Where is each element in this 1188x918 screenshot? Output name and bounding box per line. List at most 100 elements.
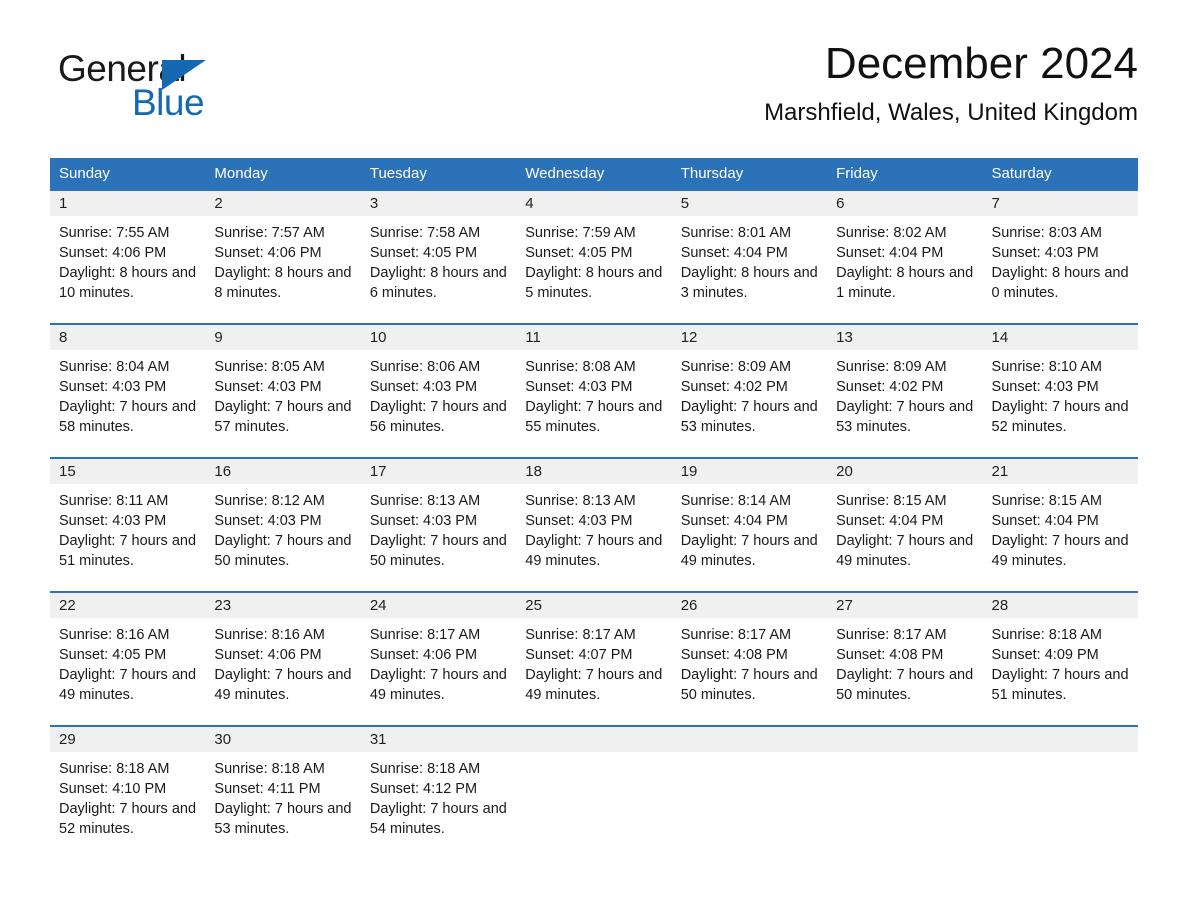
- sunset-text: Sunset: 4:04 PM: [680, 513, 788, 529]
- day-cell[interactable]: 8 Sunrise: 8:04 AM Sunset: 4:03 PM Daylight…: [50, 325, 206, 457]
- sunrise-text: Sunrise: 7:57 AM: [214, 225, 325, 241]
- day-details: Sunrise: 8:13 AM Sunset: 4:03 PM Daylight:…: [516, 484, 671, 571]
- sunrise-text: Sunrise: 7:55 AM: [59, 225, 170, 241]
- sunset-text: Sunset: 4:06 PM: [59, 245, 167, 261]
- day-cell[interactable]: 21 Sunrise: 8:15 AM Sunset: 4:04 PM Dayligh…: [982, 459, 1138, 591]
- day-cell[interactable]: 18 Sunrise: 8:13 AM Sunset: 4:03 PM Dayligh…: [516, 459, 672, 591]
- day-cell[interactable]: 7 Sunrise: 8:03 AM Sunset: 4:03 PM Daylight…: [982, 191, 1138, 323]
- daylight-text: Daylight: 7 hours and 51 minutes.: [991, 667, 1129, 703]
- sunset-text: Sunset: 4:02 PM: [836, 379, 944, 395]
- day-cell[interactable]: 9 Sunrise: 8:05 AM Sunset: 4:03 PM Daylight…: [205, 325, 361, 457]
- day-number: 1: [50, 191, 206, 216]
- day-cell[interactable]: 30 Sunrise: 8:18 AM Sunset: 4:11 PM Dayligh…: [205, 727, 361, 859]
- sunrise-text: Sunrise: 8:06 AM: [369, 359, 481, 375]
- day-details: Sunrise: 8:06 AM Sunset: 4:03 PM Daylight:…: [361, 350, 516, 437]
- day-cell[interactable]: 11 Sunrise: 8:08 AM Sunset: 4:03 PM Dayligh…: [516, 325, 672, 457]
- day-details: Sunrise: 7:55 AM Sunset: 4:06 PM Daylight:…: [50, 216, 205, 303]
- day-cell[interactable]: 12 Sunrise: 8:09 AM Sunset: 4:02 PM Dayligh…: [671, 325, 828, 457]
- sunrise-text: Sunrise: 8:13 AM: [369, 493, 481, 509]
- day-details: Sunrise: 8:11 AM Sunset: 4:03 PM Daylight:…: [50, 484, 205, 571]
- day-details: Sunrise: 8:17 AM Sunset: 4:08 PM Daylight:…: [827, 618, 982, 705]
- day-number: 19: [671, 459, 828, 484]
- day-details: Sunrise: 8:16 AM Sunset: 4:06 PM Daylight:…: [205, 618, 360, 705]
- sunrise-text: Sunrise: 8:18 AM: [59, 761, 170, 777]
- day-details: Sunrise: 8:18 AM Sunset: 4:12 PM Daylight:…: [361, 752, 516, 839]
- day-cell[interactable]: 17 Sunrise: 8:13 AM Sunset: 4:03 PM Dayligh…: [360, 459, 517, 591]
- day-cell[interactable]: 24 Sunrise: 8:17 AM Sunset: 4:06 PM Dayligh…: [360, 593, 517, 725]
- sunset-text: Sunset: 4:06 PM: [369, 647, 478, 663]
- day-cell-empty: [671, 727, 828, 859]
- day-number: 31: [360, 727, 517, 752]
- calendar-weeks: 1 Sunrise: 7:55 AM Sunset: 4:06 PM Daylight…: [50, 189, 1138, 859]
- day-cell[interactable]: 2 Sunrise: 7:57 AM Sunset: 4:06 PM Daylight…: [205, 191, 361, 323]
- day-cell[interactable]: 16 Sunrise: 8:12 AM Sunset: 4:03 PM Dayligh…: [205, 459, 361, 591]
- day-details: Sunrise: 8:14 AM Sunset: 4:04 PM Daylight:…: [672, 484, 827, 571]
- sunset-text: Sunset: 4:03 PM: [525, 379, 633, 395]
- day-cell[interactable]: 20 Sunrise: 8:15 AM Sunset: 4:04 PM Dayligh…: [827, 459, 983, 591]
- day-cell[interactable]: 1 Sunrise: 7:55 AM Sunset: 4:06 PM Daylight…: [50, 191, 206, 323]
- day-details: Sunrise: 8:01 AM Sunset: 4:04 PM Daylight:…: [672, 216, 827, 303]
- sunrise-text: Sunrise: 8:15 AM: [836, 493, 947, 509]
- day-details: Sunrise: 8:08 AM Sunset: 4:03 PM Daylight:…: [516, 350, 671, 437]
- day-details: Sunrise: 8:09 AM Sunset: 4:02 PM Daylight:…: [827, 350, 982, 437]
- week-row: 29 Sunrise: 8:18 AM Sunset: 4:10 PM Dayligh…: [50, 725, 1138, 859]
- sunrise-text: Sunrise: 8:17 AM: [525, 627, 636, 643]
- day-cell[interactable]: 14 Sunrise: 8:10 AM Sunset: 4:03 PM Dayligh…: [982, 325, 1138, 457]
- week-row: 15 Sunrise: 8:11 AM Sunset: 4:03 PM Dayligh…: [50, 457, 1138, 591]
- day-cell[interactable]: 10 Sunrise: 8:06 AM Sunset: 4:03 PM Dayligh…: [360, 325, 517, 457]
- day-details: Sunrise: 8:02 AM Sunset: 4:04 PM Daylight:…: [827, 216, 982, 303]
- day-cell[interactable]: 23 Sunrise: 8:16 AM Sunset: 4:06 PM Dayligh…: [205, 593, 361, 725]
- daylight-text: Daylight: 8 hours and 0 minutes.: [991, 265, 1129, 301]
- daylight-text: Daylight: 8 hours and 1 minute.: [836, 265, 974, 301]
- sunrise-text: Sunrise: 8:01 AM: [680, 225, 792, 241]
- day-number: 4: [516, 191, 672, 216]
- day-cell[interactable]: 31 Sunrise: 8:18 AM Sunset: 4:12 PM Dayligh…: [360, 727, 517, 859]
- sunset-text: Sunset: 4:12 PM: [369, 781, 478, 797]
- daylight-text: Daylight: 7 hours and 49 minutes.: [991, 533, 1129, 569]
- sunset-text: Sunset: 4:11 PM: [214, 781, 321, 797]
- day-cell[interactable]: 6 Sunrise: 8:02 AM Sunset: 4:04 PM Daylight…: [827, 191, 983, 323]
- sunrise-text: Sunrise: 8:14 AM: [680, 493, 792, 509]
- day-number: [516, 727, 672, 752]
- day-cell[interactable]: 22 Sunrise: 8:16 AM Sunset: 4:05 PM Dayligh…: [50, 593, 206, 725]
- day-number: 29: [50, 727, 206, 752]
- daylight-text: Daylight: 8 hours and 6 minutes.: [369, 265, 507, 301]
- sunset-text: Sunset: 4:05 PM: [59, 647, 167, 663]
- sunrise-text: Sunrise: 7:58 AM: [369, 225, 481, 241]
- day-cell[interactable]: 5 Sunrise: 8:01 AM Sunset: 4:04 PM Daylight…: [671, 191, 828, 323]
- day-cell[interactable]: 15 Sunrise: 8:11 AM Sunset: 4:03 PM Dayligh…: [50, 459, 206, 591]
- day-cell[interactable]: 27 Sunrise: 8:17 AM Sunset: 4:08 PM Dayligh…: [827, 593, 983, 725]
- sunrise-text: Sunrise: 8:09 AM: [680, 359, 792, 375]
- day-cell[interactable]: 29 Sunrise: 8:18 AM Sunset: 4:10 PM Dayligh…: [50, 727, 206, 859]
- day-details: Sunrise: 8:18 AM Sunset: 4:09 PM Daylight:…: [983, 618, 1138, 705]
- page-header: General Blue December 2024 Marshfield, W…: [50, 39, 1138, 150]
- day-number: 30: [205, 727, 361, 752]
- sunset-text: Sunset: 4:05 PM: [525, 245, 633, 261]
- generalblue-logo: General Blue: [58, 50, 318, 130]
- day-cell[interactable]: 26 Sunrise: 8:17 AM Sunset: 4:08 PM Dayligh…: [671, 593, 828, 725]
- day-cell[interactable]: 4 Sunrise: 7:59 AM Sunset: 4:05 PM Daylight…: [516, 191, 672, 323]
- daylight-text: Daylight: 7 hours and 49 minutes.: [214, 667, 352, 703]
- sunrise-text: Sunrise: 8:12 AM: [214, 493, 325, 509]
- sunset-text: Sunset: 4:03 PM: [59, 379, 167, 395]
- day-cell[interactable]: 3 Sunrise: 7:58 AM Sunset: 4:05 PM Daylight…: [360, 191, 517, 323]
- sunset-text: Sunset: 4:03 PM: [991, 245, 1099, 261]
- sunset-text: Sunset: 4:10 PM: [59, 781, 167, 797]
- day-details: Sunrise: 8:18 AM Sunset: 4:11 PM Daylight:…: [205, 752, 360, 839]
- sunrise-text: Sunrise: 8:18 AM: [369, 761, 481, 777]
- sunrise-text: Sunrise: 7:59 AM: [525, 225, 636, 241]
- sunset-text: Sunset: 4:02 PM: [680, 379, 788, 395]
- sunrise-text: Sunrise: 8:03 AM: [991, 225, 1102, 241]
- day-details: Sunrise: 8:17 AM Sunset: 4:08 PM Daylight:…: [672, 618, 827, 705]
- day-details: Sunrise: 8:18 AM Sunset: 4:10 PM Daylight:…: [50, 752, 205, 839]
- sunset-text: Sunset: 4:06 PM: [214, 245, 322, 261]
- daylight-text: Daylight: 7 hours and 52 minutes.: [991, 399, 1129, 435]
- day-number: 23: [205, 593, 361, 618]
- day-cell[interactable]: 19 Sunrise: 8:14 AM Sunset: 4:04 PM Dayligh…: [671, 459, 828, 591]
- daylight-text: Daylight: 8 hours and 5 minutes.: [525, 265, 663, 301]
- sunset-text: Sunset: 4:04 PM: [836, 245, 944, 261]
- day-cell[interactable]: 28 Sunrise: 8:18 AM Sunset: 4:09 PM Dayligh…: [982, 593, 1138, 725]
- day-cell[interactable]: 13 Sunrise: 8:09 AM Sunset: 4:02 PM Dayligh…: [827, 325, 983, 457]
- day-cell[interactable]: 25 Sunrise: 8:17 AM Sunset: 4:07 PM Dayligh…: [516, 593, 672, 725]
- daylight-text: Daylight: 7 hours and 49 minutes.: [680, 533, 818, 569]
